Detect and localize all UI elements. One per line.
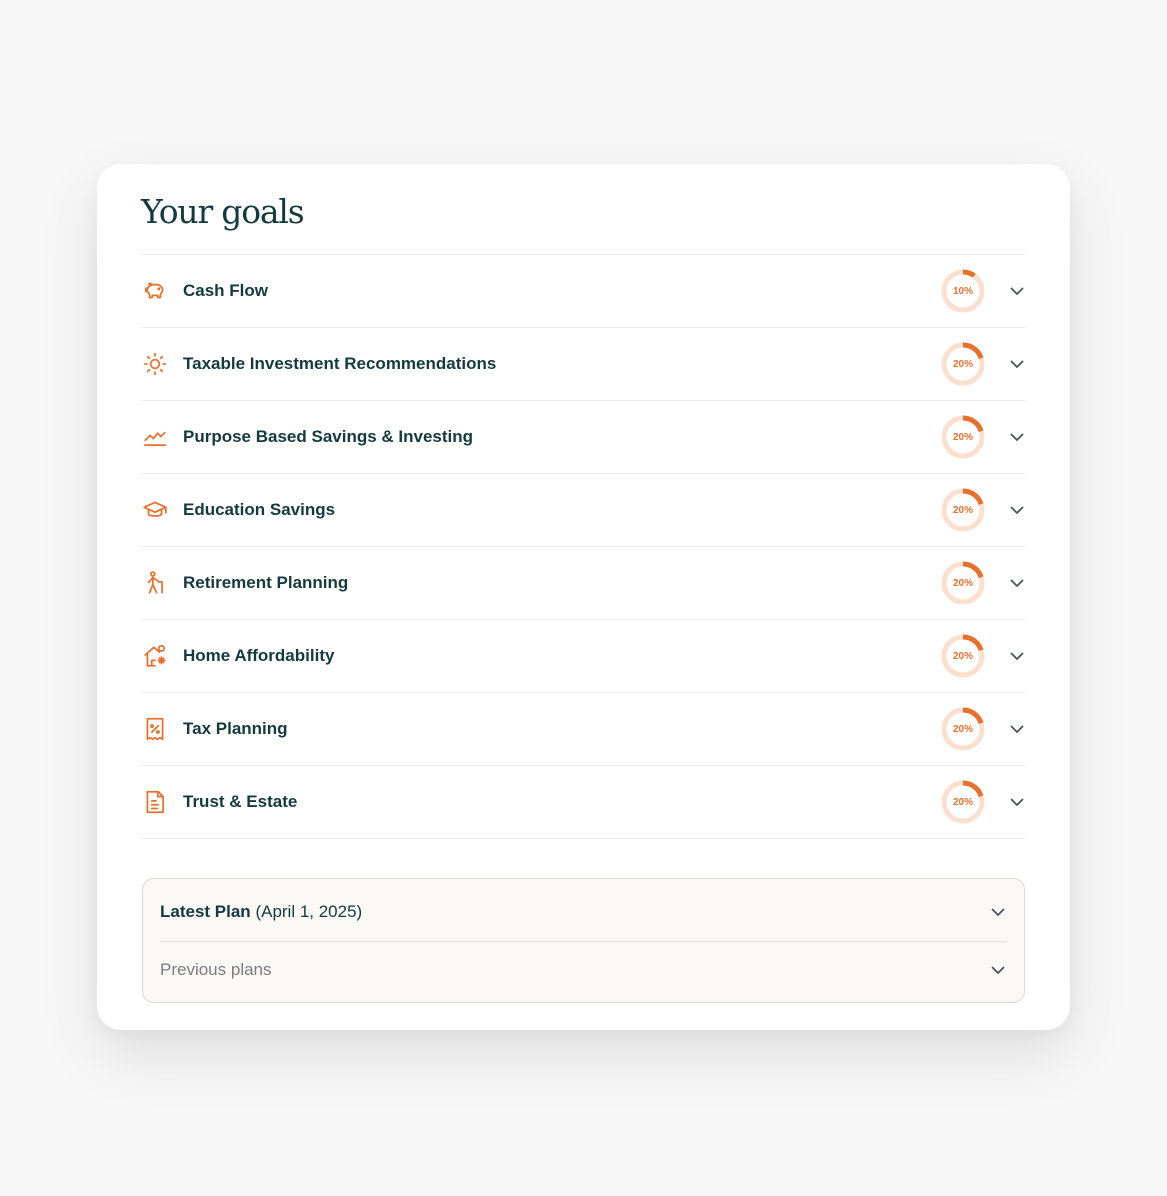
progress-value: 20%: [952, 577, 973, 589]
progress-ring: 20%: [940, 779, 986, 825]
progress-value: 20%: [952, 796, 973, 808]
progress-ring: 20%: [940, 414, 986, 460]
chevron-down-icon[interactable]: [989, 961, 1007, 979]
latest-plan-toggle[interactable]: Latest Plan (April 1, 2025): [160, 883, 1007, 942]
chevron-down-icon[interactable]: [1008, 720, 1026, 738]
goal-label: Taxable Investment Recommendations: [183, 354, 497, 373]
graduation-cap-icon: [141, 496, 169, 524]
goal-row-cash-flow[interactable]: Cash Flow 10%: [141, 255, 1026, 328]
goal-row-home-affordability[interactable]: Home Affordability 20%: [141, 620, 1026, 693]
chevron-down-icon[interactable]: [1008, 647, 1026, 665]
page-title: Your goals: [141, 192, 305, 231]
goal-row-tax-planning[interactable]: Tax Planning 20%: [141, 693, 1026, 766]
goals-card: Your goals Cash Flow 10% Taxable Investm…: [97, 164, 1070, 1030]
progress-value: 20%: [952, 358, 973, 370]
progress-ring: 20%: [940, 633, 986, 679]
progress-ring: 20%: [940, 487, 986, 533]
goal-row-retirement-planning[interactable]: Retirement Planning 20%: [141, 547, 1026, 620]
goal-label: Trust & Estate: [183, 792, 298, 811]
goal-row-purpose-based-savings[interactable]: Purpose Based Savings & Investing 20%: [141, 401, 1026, 474]
chevron-down-icon[interactable]: [1008, 793, 1026, 811]
chevron-down-icon[interactable]: [1008, 428, 1026, 446]
previous-plans-label: Previous plans: [160, 960, 272, 979]
chevron-down-icon[interactable]: [1008, 355, 1026, 373]
progress-ring: 10%: [940, 268, 986, 314]
progress-value: 20%: [952, 723, 973, 735]
chevron-down-icon[interactable]: [989, 903, 1007, 921]
chevron-down-icon[interactable]: [1008, 501, 1026, 519]
progress-value: 20%: [952, 504, 973, 516]
latest-plan-label: Latest Plan: [160, 902, 251, 921]
tax-receipt-icon: [141, 715, 169, 743]
goal-label: Tax Planning: [183, 719, 288, 738]
goal-row-taxable-investment[interactable]: Taxable Investment Recommendations 20%: [141, 328, 1026, 401]
chevron-down-icon[interactable]: [1008, 282, 1026, 300]
goal-label: Home Affordability: [183, 646, 335, 665]
sun-icon: [141, 350, 169, 378]
goals-list: Cash Flow 10% Taxable Investment Recomme…: [141, 254, 1026, 839]
piggy-bank-icon: [141, 277, 169, 305]
progress-value: 10%: [952, 285, 973, 297]
latest-plan-date: (April 1, 2025): [255, 902, 363, 921]
latest-plan-text: Latest Plan (April 1, 2025): [160, 902, 989, 922]
goal-label: Cash Flow: [183, 281, 269, 300]
progress-ring: 20%: [940, 706, 986, 752]
home-sparkle-icon: [141, 642, 169, 670]
elder-person-icon: [141, 569, 169, 597]
goal-label: Education Savings: [183, 500, 336, 519]
document-icon: [141, 788, 169, 816]
trend-line-icon: [141, 423, 169, 451]
goal-row-education-savings[interactable]: Education Savings 20%: [141, 474, 1026, 547]
chevron-down-icon[interactable]: [1008, 574, 1026, 592]
progress-value: 20%: [952, 650, 973, 662]
goal-label: Purpose Based Savings & Investing: [183, 427, 474, 446]
plans-accordion: Latest Plan (April 1, 2025) Previous pla…: [142, 878, 1025, 1003]
goal-row-trust-estate[interactable]: Trust & Estate 20%: [141, 766, 1026, 839]
previous-plans-toggle[interactable]: Previous plans: [160, 941, 1007, 999]
goal-label: Retirement Planning: [183, 573, 349, 592]
progress-ring: 20%: [940, 560, 986, 606]
progress-value: 20%: [952, 431, 973, 443]
progress-ring: 20%: [940, 341, 986, 387]
